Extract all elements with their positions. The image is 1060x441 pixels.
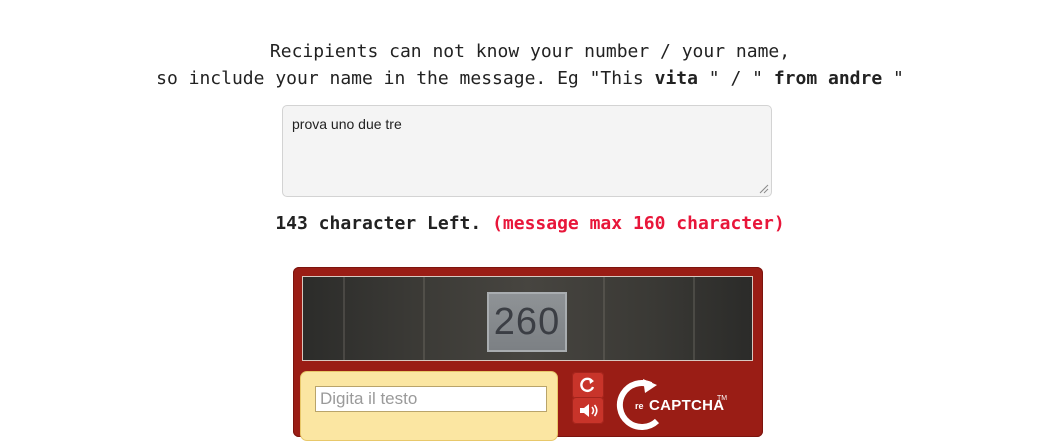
message-limit-text: (message max 160 character) bbox=[492, 213, 785, 234]
message-textarea[interactable]: prova uno due tre bbox=[282, 105, 772, 197]
instructions-line-1: Recipients can not know your number / yo… bbox=[269, 41, 791, 62]
example-name-1: vita bbox=[654, 68, 698, 89]
audio-captcha-button[interactable] bbox=[572, 397, 604, 424]
recaptcha-logo-tm: TM bbox=[717, 395, 728, 402]
example-name-2: from andre bbox=[773, 68, 883, 89]
characters-left-text: 143 character Left. bbox=[275, 213, 482, 234]
recaptcha-logo: re CAPTCHA TM bbox=[613, 377, 753, 437]
captcha-image-text: 260 bbox=[487, 292, 567, 352]
captcha-answer-panel bbox=[300, 371, 558, 441]
recipient-instructions: Recipients can not know your number / yo… bbox=[0, 38, 1060, 92]
refresh-captcha-button[interactable] bbox=[572, 372, 604, 399]
audio-icon bbox=[580, 404, 598, 417]
refresh-icon bbox=[580, 377, 595, 393]
instructions-line-2: so include your name in the message. Eg … bbox=[0, 65, 1060, 92]
recaptcha-logo-re: re bbox=[635, 401, 644, 411]
recaptcha-widget: 260 re CAPTCHA TM bbox=[293, 267, 763, 441]
instructions-line-2-suffix: " bbox=[882, 68, 904, 89]
instructions-line-2-middle: " / " bbox=[697, 68, 774, 89]
instructions-line-2-prefix: so include your name in the message. Eg … bbox=[156, 68, 655, 89]
captcha-image: 260 bbox=[302, 276, 753, 361]
character-counter: 143 character Left. (message max 160 cha… bbox=[0, 210, 1060, 238]
recaptcha-logo-word: CAPTCHA bbox=[649, 397, 725, 414]
captcha-response-input[interactable] bbox=[315, 386, 547, 412]
resize-grip-icon[interactable] bbox=[758, 183, 769, 194]
